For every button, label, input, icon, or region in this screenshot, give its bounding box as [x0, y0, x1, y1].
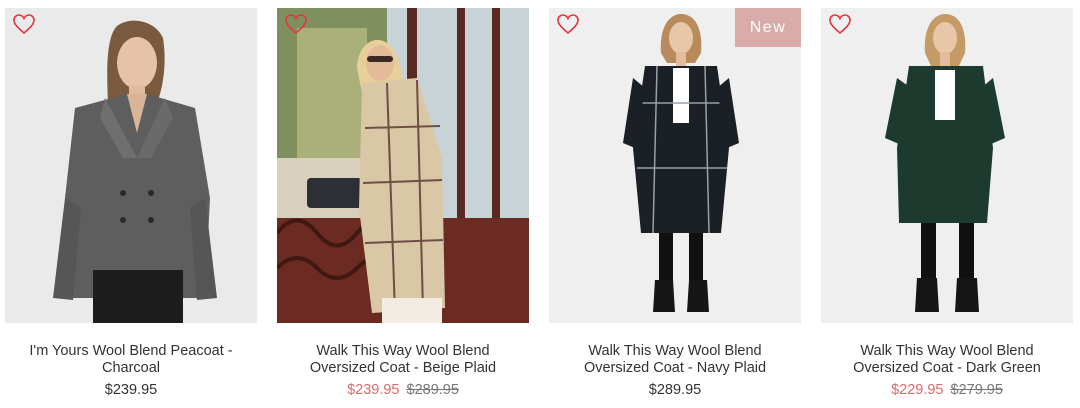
product-name-line1: Walk This Way Wool Blend	[316, 343, 490, 359]
product-image[interactable]	[821, 8, 1073, 323]
wishlist-button[interactable]	[284, 13, 308, 35]
product-name[interactable]: Walk This Way Wool Blend Oversized Coat …	[277, 343, 529, 377]
heart-outline-icon	[557, 14, 579, 35]
product-name-line2: Oversized Coat - Dark Green	[853, 360, 1041, 376]
product-card-dark-green-coat[interactable]: Walk This Way Wool Blend Oversized Coat …	[821, 8, 1073, 408]
product-price: $239.95	[5, 382, 257, 398]
product-name[interactable]: I'm Yours Wool Blend Peacoat - Charcoal	[5, 343, 257, 377]
product-name-line2: Oversized Coat - Navy Plaid	[583, 360, 767, 376]
product-name-line1: Walk This Way Wool Blend	[860, 343, 1034, 359]
product-image[interactable]	[5, 8, 257, 323]
model-photo-beige-plaid	[277, 8, 529, 323]
wishlist-button[interactable]	[12, 13, 36, 35]
regular-price: $239.95	[104, 382, 158, 398]
product-card-charcoal-peacoat[interactable]: I'm Yours Wool Blend Peacoat - Charcoal …	[5, 8, 257, 408]
product-image[interactable]: New	[549, 8, 801, 323]
new-badge: New	[735, 8, 801, 47]
original-price: $289.95	[406, 382, 459, 398]
product-name[interactable]: Walk This Way Wool Blend Oversized Coat …	[821, 343, 1073, 377]
product-name-line2: Charcoal	[101, 360, 161, 376]
product-price: $239.95 $289.95	[277, 382, 529, 398]
regular-price: $289.95	[648, 382, 702, 398]
original-price: $279.95	[950, 382, 1003, 398]
product-name-line1: I'm Yours Wool Blend Peacoat -	[29, 343, 233, 359]
product-card-navy-plaid-coat[interactable]: New Walk This Way Wool Blend Oversized C…	[549, 8, 801, 408]
model-photo-charcoal	[5, 8, 257, 323]
product-name-line1: Walk This Way Wool Blend	[588, 343, 762, 359]
product-image[interactable]	[277, 8, 529, 323]
product-price: $229.95 $279.95	[821, 382, 1073, 398]
heart-outline-icon	[285, 14, 307, 35]
model-photo-dark-green	[821, 8, 1073, 323]
product-price: $289.95	[549, 382, 801, 398]
heart-outline-icon	[829, 14, 851, 35]
product-name-line2: Oversized Coat - Beige Plaid	[309, 360, 497, 376]
wishlist-button[interactable]	[556, 13, 580, 35]
product-card-beige-plaid-coat[interactable]: Walk This Way Wool Blend Oversized Coat …	[277, 8, 529, 408]
model-photo-navy-plaid	[549, 8, 801, 323]
sale-price: $229.95	[891, 382, 944, 398]
product-name[interactable]: Walk This Way Wool Blend Oversized Coat …	[549, 343, 801, 377]
heart-outline-icon	[13, 14, 35, 35]
product-grid: I'm Yours Wool Blend Peacoat - Charcoal …	[0, 0, 1080, 408]
sale-price: $239.95	[347, 382, 400, 398]
wishlist-button[interactable]	[828, 13, 852, 35]
